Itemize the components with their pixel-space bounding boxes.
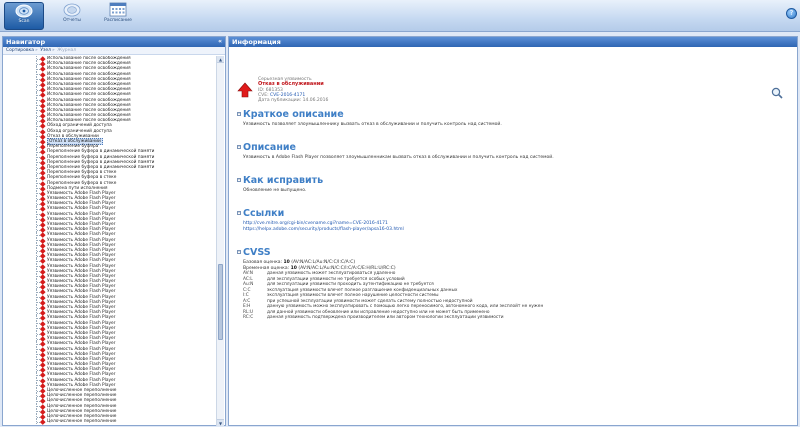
collapse-icon[interactable]: « bbox=[218, 37, 222, 47]
reports-button[interactable]: Отчеты bbox=[50, 2, 94, 30]
cvss-metrics: AV:N данная уязвимость может эксплуатиров… bbox=[243, 271, 777, 321]
info-body: Серьезная уязвимость Отказ в обслуживани… bbox=[229, 47, 799, 427]
scan-button[interactable]: Scan bbox=[4, 2, 44, 30]
breadcrumb-separator: » bbox=[35, 48, 38, 53]
links-title[interactable]: - Ссылки bbox=[237, 208, 777, 219]
cvss-base-vector: (AV:N/AC:L/Au:N/C:C/I:C/A:C) bbox=[291, 260, 356, 265]
search-icon[interactable] bbox=[771, 87, 783, 99]
tree-item[interactable]: Целочисленное переполнение bbox=[3, 419, 217, 425]
tree-item-label: Целочисленное переполнение bbox=[47, 419, 117, 425]
fix-title-text: Как исправить bbox=[243, 175, 324, 186]
reports-label: Отчеты bbox=[63, 18, 81, 23]
schedule-label: Расписание bbox=[104, 18, 132, 23]
cvss-metric-value: данная уязвимость подтверждена производи… bbox=[267, 315, 504, 320]
links-section: - Ссылки http://cve.mitre.org/cgi-bin/cve… bbox=[237, 208, 777, 232]
scroll-up-icon[interactable]: ▲ bbox=[217, 56, 224, 63]
description-section: - Описание Уязвимость в Adobe Flash Playe… bbox=[237, 142, 777, 161]
info-title: Информация bbox=[232, 38, 281, 46]
links-title-text: Ссылки bbox=[243, 208, 285, 219]
cvss-temporal-value: 10 bbox=[290, 265, 297, 271]
cvss-section: - CVSS Базовая оценка: 10 (AV:N/AC:L/Au:N… bbox=[237, 247, 777, 321]
cvss-body: Базовая оценка: 10 (AV:N/AC:L/Au:N/C:C/I… bbox=[237, 260, 777, 321]
summary-section: - Краткое описание Уязвимость позволяет з… bbox=[237, 109, 777, 128]
collapse-toggle-icon[interactable]: - bbox=[237, 111, 241, 116]
scan-label: Scan bbox=[18, 19, 30, 24]
breadcrumb-node[interactable]: Узел bbox=[40, 48, 51, 53]
summary-title-text: Краткое описание bbox=[243, 109, 344, 120]
severity-arrow-icon bbox=[237, 82, 253, 98]
summary-title[interactable]: - Краткое описание bbox=[237, 109, 777, 120]
navigator-tree: Использование после освобождения Использо… bbox=[3, 56, 217, 427]
links-list: http://cve.mitre.org/cgi-bin/cvename.cgi… bbox=[237, 221, 777, 232]
publication-date: Дата публикации: 14.06.2016 bbox=[258, 98, 329, 104]
reports-icon bbox=[63, 3, 81, 17]
schedule-button[interactable]: Расписание bbox=[96, 2, 140, 30]
cvss-metric-value: эксплуатация уязвимости влечет полное на… bbox=[267, 293, 439, 298]
collapse-toggle-icon[interactable]: - bbox=[237, 177, 241, 182]
navigator-scrollbar[interactable]: ▲ ▼ bbox=[216, 56, 224, 426]
cvss-metric-value: эксплуатация уязвимости влечет полное ра… bbox=[267, 287, 458, 293]
fix-title[interactable]: - Как исправить bbox=[237, 175, 777, 186]
cvss-metric-row: RC:C данная уязвимость подтверждена произ… bbox=[243, 315, 777, 321]
cvss-metric-value: для данной уязвимости обновление или исп… bbox=[267, 309, 490, 315]
collapse-toggle-icon[interactable]: - bbox=[237, 210, 241, 215]
vulnerability-name: Отказ в обслуживании bbox=[258, 81, 324, 88]
cvss-title[interactable]: - CVSS bbox=[237, 247, 777, 258]
description-title-text: Описание bbox=[243, 142, 297, 153]
navigator-panel: Навигатор « Сортировка» Узел» Журнал Исп… bbox=[2, 36, 226, 426]
summary-text: Уязвимость позволяет злоумышленнику вызв… bbox=[243, 122, 502, 127]
breadcrumb: Сортировка» Узел» Журнал bbox=[3, 47, 225, 55]
cvss-temporal-label: Временная оценка: bbox=[243, 265, 290, 271]
info-header: Информация bbox=[229, 37, 797, 47]
cvss-metric-key: RC:C bbox=[243, 315, 254, 320]
cvss-temporal-vector: (AV:N/AC:L/Au:N/C:C/I:C/A:C/E:H/RL:U/RC:… bbox=[298, 265, 396, 271]
vulnerability-meta: Серьезная уязвимость Отказ в обслуживани… bbox=[258, 77, 328, 103]
description-text: Уязвимость в Adobe Flash Player позволяе… bbox=[243, 155, 554, 160]
cvss-base-label: Базовая оценка: bbox=[243, 260, 283, 265]
breadcrumb-sort[interactable]: Сортировка bbox=[6, 48, 34, 53]
description-title[interactable]: - Описание bbox=[237, 142, 777, 153]
navigator-title: Навигатор bbox=[6, 38, 46, 46]
breadcrumb-journal[interactable]: Журнал bbox=[57, 48, 76, 53]
cvss-metric-value: для эксплуатации уязвимости проходить ау… bbox=[267, 282, 434, 287]
cvss-metric-value: данную уязвимость можно эксплуатировать … bbox=[267, 304, 544, 309]
scroll-thumb[interactable] bbox=[218, 264, 223, 340]
help-icon[interactable]: ? bbox=[786, 8, 797, 19]
navigator-header: Навигатор « bbox=[3, 37, 225, 47]
collapse-toggle-icon[interactable]: - bbox=[237, 144, 241, 149]
reference-link[interactable]: https://helpx.adobe.com/security/product… bbox=[243, 227, 777, 233]
cvss-metric-value: для эксплуатации уязвимости не требуется… bbox=[267, 276, 405, 282]
cvss-base-value: 10 bbox=[283, 260, 290, 265]
main-toolbar: Scan Отчеты Расписание ? bbox=[0, 0, 800, 32]
collapse-toggle-icon[interactable]: - bbox=[237, 249, 241, 254]
fix-text: Обновление не выпущено. bbox=[243, 188, 307, 193]
info-panel: Информация Серьезная уязвимость Отказ в … bbox=[228, 36, 798, 426]
cvss-metric-value: данная уязвимость может эксплуатироватьс… bbox=[267, 271, 396, 276]
breadcrumb-separator: » bbox=[52, 48, 55, 53]
calendar-icon bbox=[109, 2, 127, 17]
cvss-title-text: CVSS bbox=[243, 247, 271, 258]
radar-icon bbox=[15, 4, 33, 18]
fix-section: - Как исправить Обновление не выпущено. bbox=[237, 175, 777, 194]
scroll-down-icon[interactable]: ▼ bbox=[217, 419, 224, 426]
cvss-metric-value: при успешной эксплуатации уязвимости мож… bbox=[267, 298, 473, 304]
